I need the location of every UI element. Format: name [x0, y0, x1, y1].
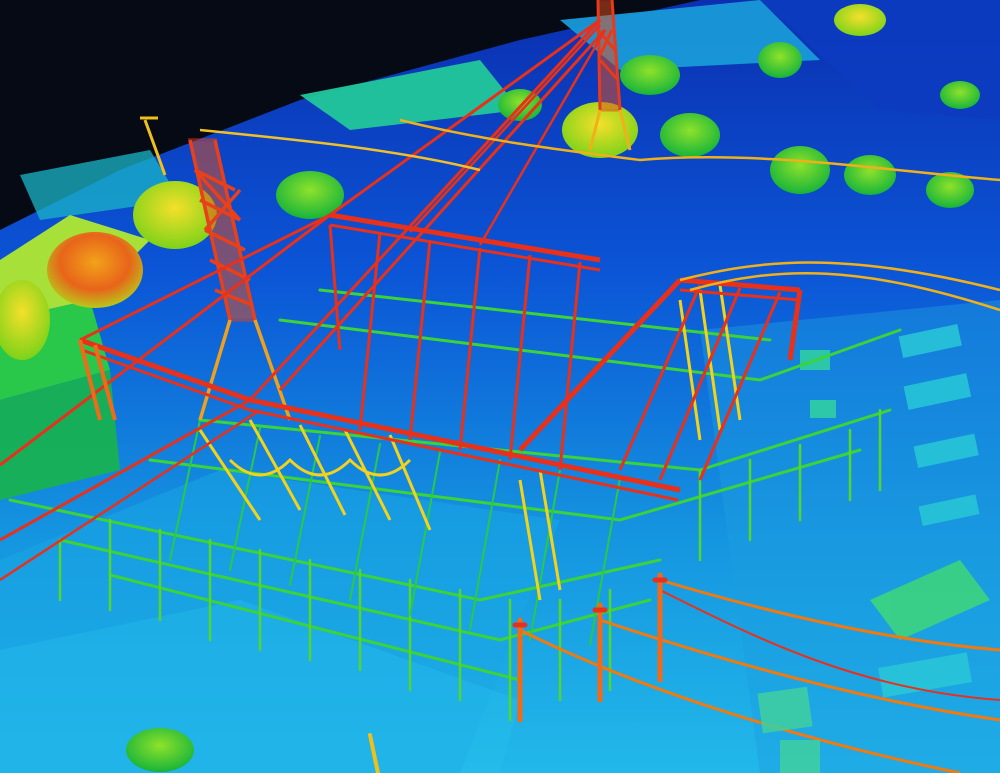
- lidar-substation-scene: [0, 0, 1000, 773]
